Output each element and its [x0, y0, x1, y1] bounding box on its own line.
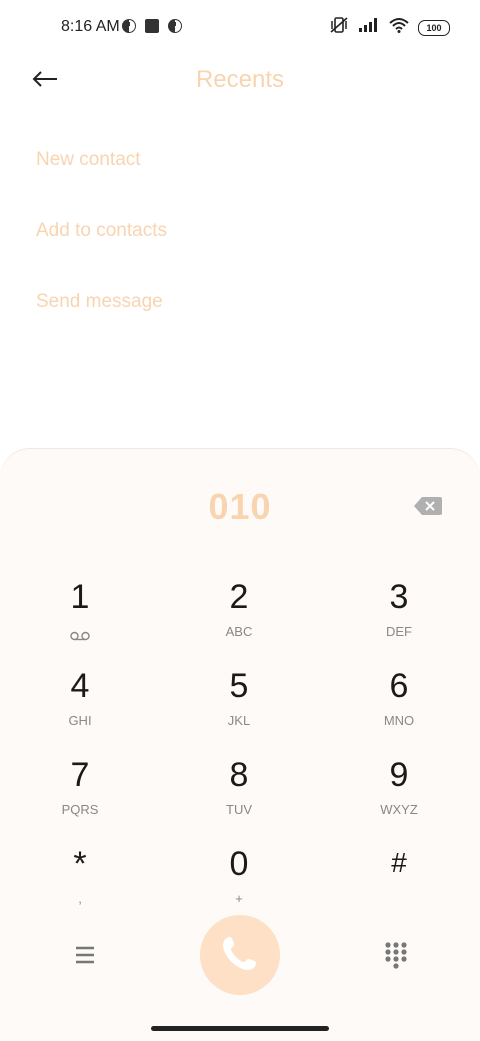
- system-icons: 100: [329, 16, 450, 39]
- key-4[interactable]: 4 GHI: [20, 667, 140, 743]
- battery-icon: 100: [418, 19, 450, 36]
- key-digit: 7: [70, 756, 90, 794]
- status-time: 8:16 AM: [61, 18, 120, 35]
- key-2[interactable]: 2 ABC: [179, 578, 299, 654]
- backspace-button[interactable]: [413, 495, 443, 517]
- app-notification-icon: [167, 18, 183, 39]
- key-0[interactable]: 0 +: [179, 845, 299, 921]
- key-8[interactable]: 8 TUV: [179, 756, 299, 832]
- key-digit: 6: [389, 667, 409, 705]
- key-digit: 9: [389, 756, 409, 794]
- signal-icon: [358, 17, 380, 38]
- voicemail-icon: [70, 628, 90, 646]
- key-6[interactable]: 6 MNO: [339, 667, 459, 743]
- dialed-number: 010: [208, 486, 272, 527]
- notification-icons: [121, 18, 183, 39]
- key-letters: JKL: [227, 713, 251, 728]
- key-digit: 4: [70, 667, 90, 705]
- key-3[interactable]: 3 DEF: [339, 578, 459, 654]
- key-digit: 3: [389, 578, 409, 616]
- vibrate-off-icon: [329, 16, 349, 39]
- key-letters: ,: [78, 891, 82, 906]
- key-digit: 5: [229, 667, 249, 705]
- backspace-icon: [413, 497, 443, 521]
- dialpad-icon: [382, 942, 410, 974]
- key-letters: WXYZ: [380, 802, 418, 817]
- key-digit: 0: [229, 845, 249, 883]
- status-bar: 8:16 AM 100: [0, 0, 480, 56]
- app-notification-icon: [121, 18, 137, 39]
- key-letters: +: [235, 891, 243, 906]
- key-digit: 1: [70, 578, 90, 616]
- call-button[interactable]: [200, 915, 280, 995]
- send-message-action[interactable]: Send message: [36, 291, 163, 313]
- key-letters: ABC: [225, 624, 253, 639]
- dialpad-toggle-button[interactable]: [382, 940, 410, 970]
- key-digit: 2: [229, 578, 249, 616]
- key-letters: MNO: [383, 713, 415, 728]
- add-to-contacts-action[interactable]: Add to contacts: [36, 220, 167, 242]
- key-letters: GHI: [68, 713, 92, 728]
- menu-icon: [70, 946, 100, 974]
- new-contact-action[interactable]: New contact: [36, 149, 141, 171]
- page-title: Recents: [195, 66, 285, 93]
- key-digit: *: [73, 845, 87, 883]
- key-hash[interactable]: #: [339, 845, 459, 921]
- home-indicator[interactable]: [151, 1026, 329, 1031]
- menu-button[interactable]: [70, 940, 100, 970]
- wifi-icon: [389, 17, 409, 38]
- key-1[interactable]: 1: [20, 578, 140, 654]
- phone-icon: [221, 934, 259, 977]
- key-letters: TUV: [226, 802, 252, 817]
- key-7[interactable]: 7 PQRS: [20, 756, 140, 832]
- key-letters: DEF: [386, 624, 412, 639]
- key-letters: PQRS: [61, 802, 99, 817]
- square-notification-icon: [144, 18, 160, 39]
- key-digit: #: [391, 847, 407, 878]
- key-9[interactable]: 9 WXYZ: [339, 756, 459, 832]
- key-5[interactable]: 5 JKL: [179, 667, 299, 743]
- key-star[interactable]: * ,: [20, 845, 140, 921]
- key-digit: 8: [229, 756, 249, 794]
